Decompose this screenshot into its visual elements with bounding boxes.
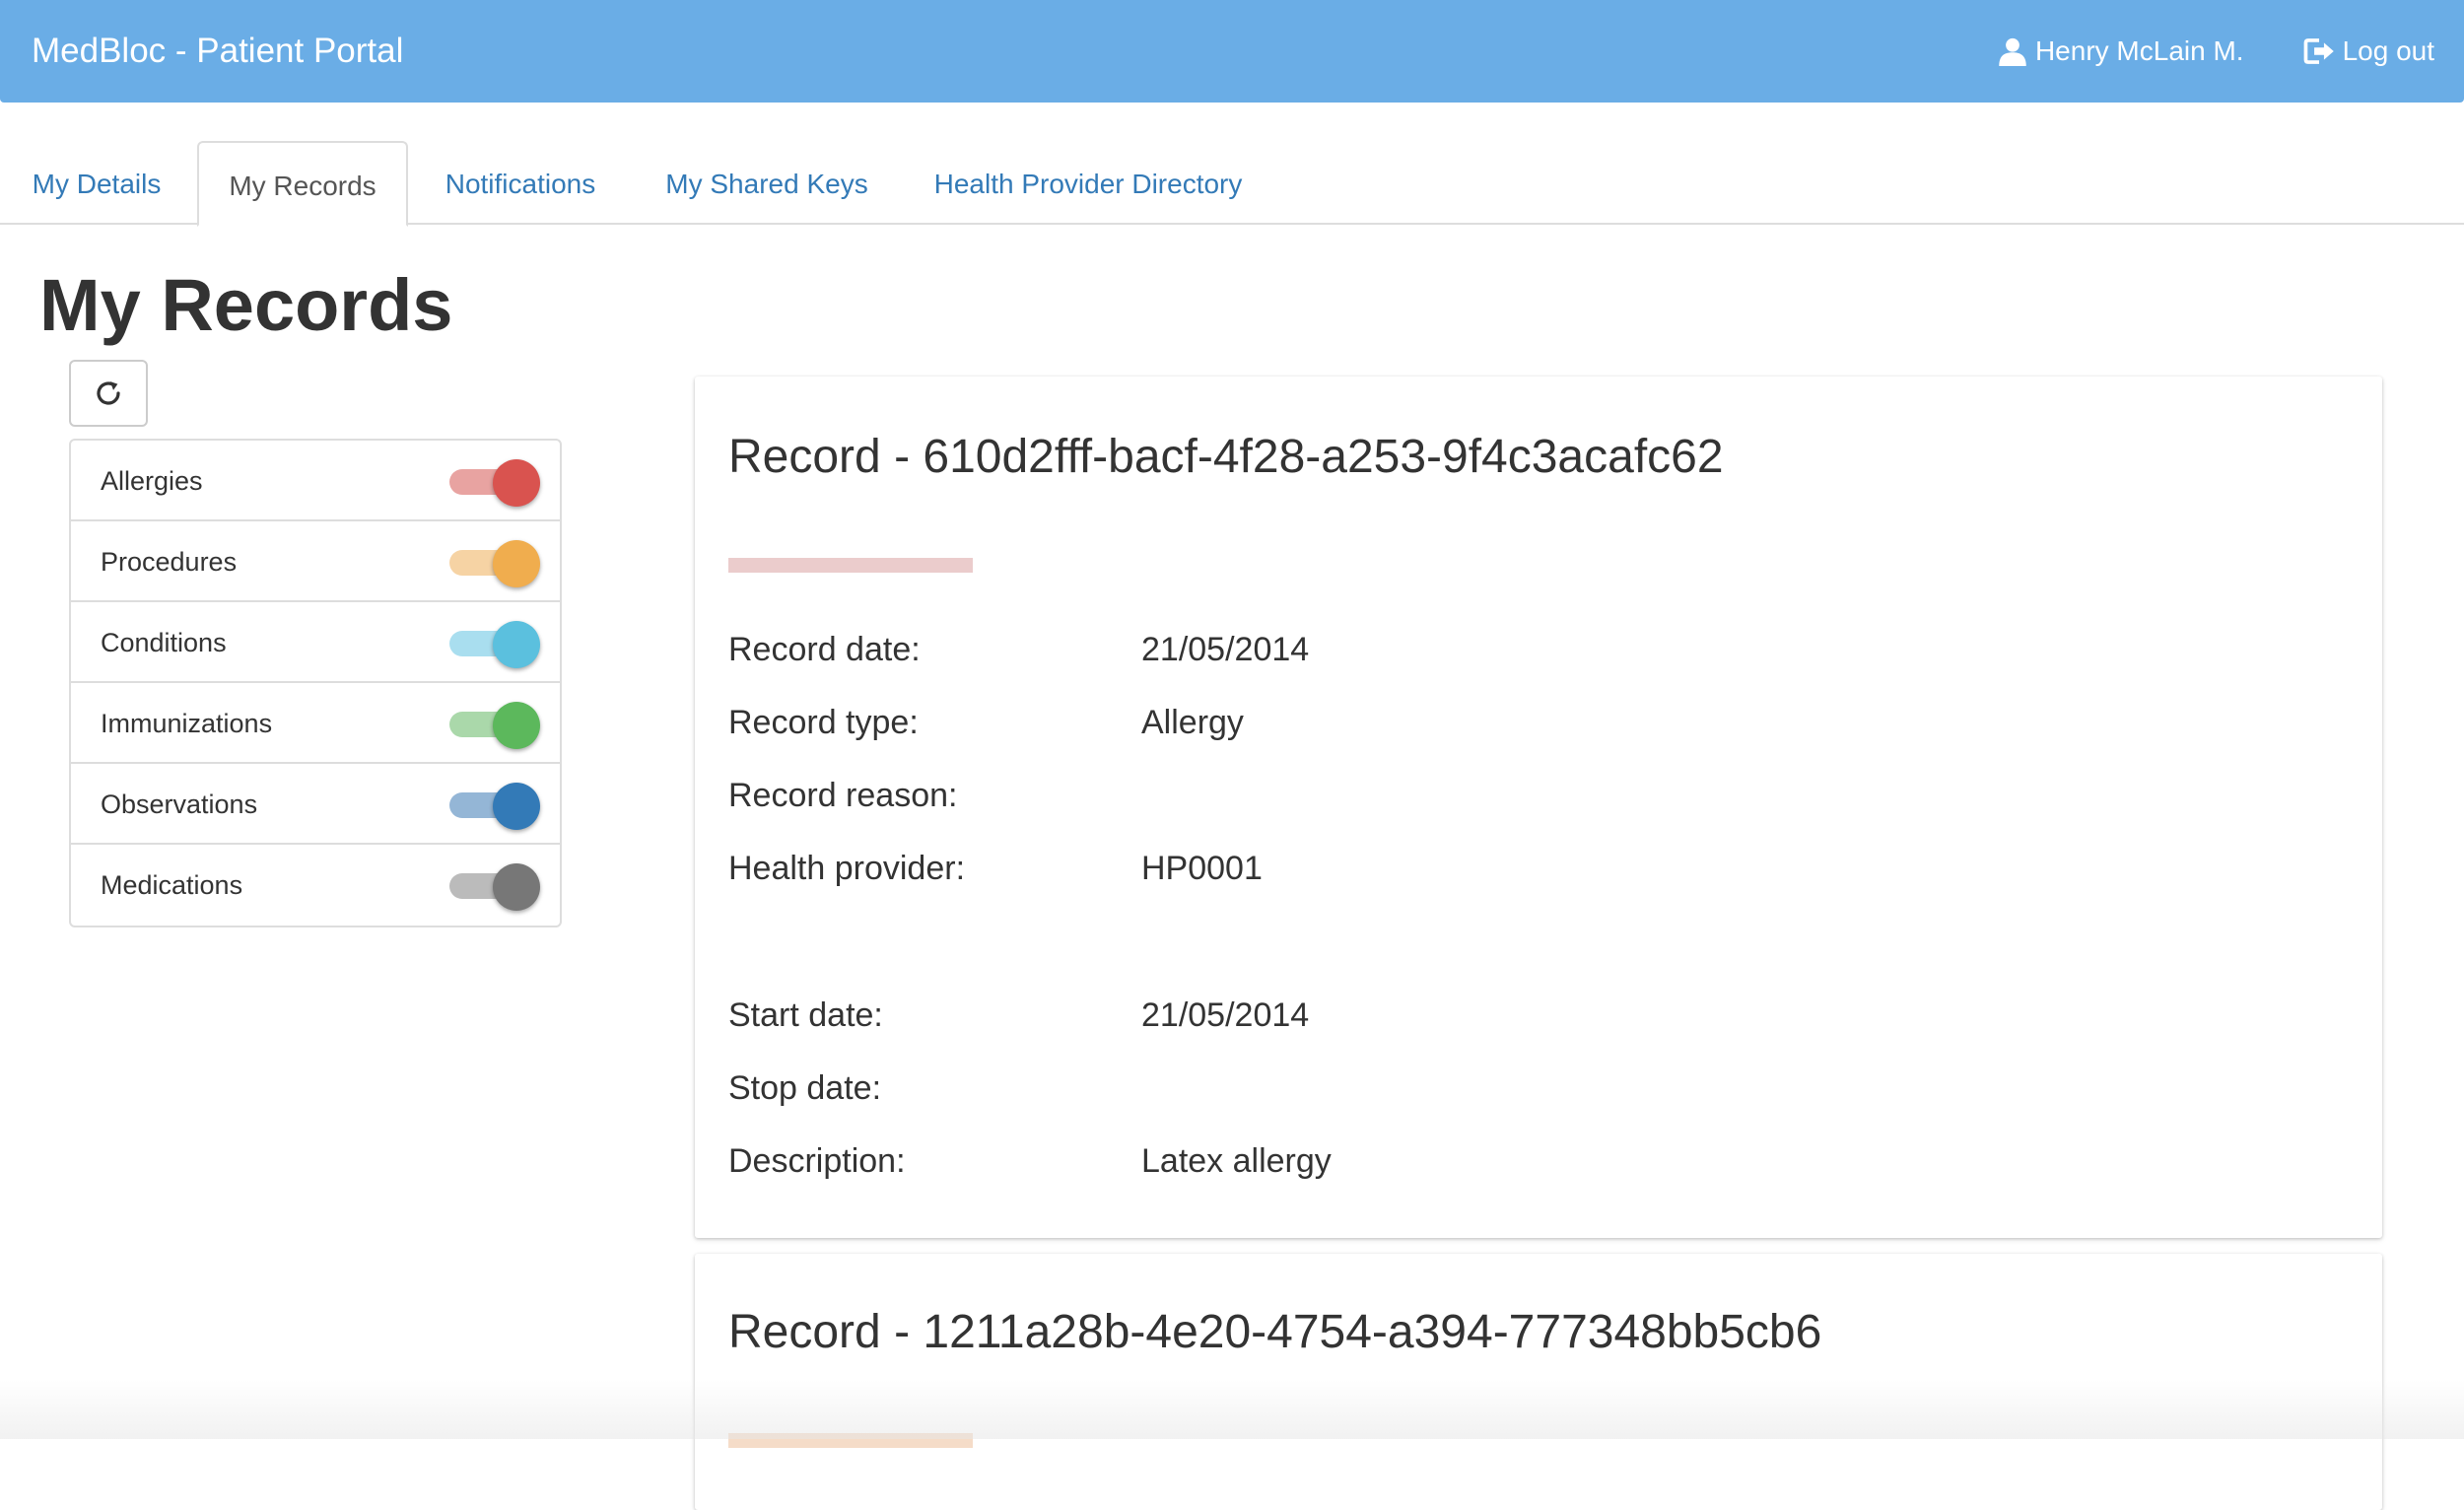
record-type-bar [728,558,973,573]
start-date-value: 21/05/2014 [1141,996,1310,1034]
immunizations-toggle[interactable] [449,702,540,749]
record-title: Record - 1211a28b-4e20-4754-a394-777348b… [728,1306,1822,1358]
toggle-knob [493,783,540,830]
start-date-label: Start date: [728,996,883,1034]
filter-label: Procedures [101,547,238,577]
toggle-knob [493,702,540,749]
toggle-knob [493,621,540,668]
top-navbar: MedBloc - Patient Portal Henry McLain M.… [0,0,2464,103]
filter-item-immunizations: Immunizations [71,683,560,764]
filter-label: Allergies [101,466,203,496]
record-card: Record - 1211a28b-4e20-4754-a394-777348b… [695,1254,2382,1510]
main-tabs: My Details My Records Notifications My S… [0,141,2464,227]
user-name: Henry McLain M. [2034,35,2244,66]
tab-notifications[interactable]: Notifications [424,141,617,225]
toggle-knob [493,540,540,587]
record-date-value: 21/05/2014 [1141,631,1310,668]
filter-item-medications: Medications [71,845,560,926]
record-type-bar [728,1433,973,1448]
procedures-toggle[interactable] [449,540,540,587]
stop-date-label: Stop date: [728,1069,882,1107]
refresh-button[interactable] [69,360,148,427]
filter-label: Conditions [101,628,227,657]
record-type-value: Allergy [1141,704,1244,741]
page-title: My Records [39,264,453,346]
tab-health-provider-directory[interactable]: Health Provider Directory [917,141,1260,225]
logout-link[interactable]: Log out [2303,35,2434,67]
observations-toggle[interactable] [449,783,540,830]
navbar-right: Henry McLain M. Log out [1939,0,2434,103]
record-reason-label: Record reason: [728,777,958,814]
description-value: Latex allergy [1141,1142,1332,1180]
tab-my-records[interactable]: My Records [197,141,408,227]
filter-label: Observations [101,789,258,819]
conditions-toggle[interactable] [449,621,540,668]
user-menu[interactable]: Henry McLain M. [1998,35,2244,67]
allergies-toggle[interactable] [449,459,540,507]
health-provider-value: HP0001 [1141,850,1263,887]
filter-label: Immunizations [101,709,273,738]
filter-item-observations: Observations [71,764,560,845]
logout-label: Log out [2342,35,2434,66]
record-type-filter-list: Allergies Procedures Conditions Immuniza… [69,439,562,927]
tab-my-details[interactable]: My Details [0,141,193,225]
tab-my-shared-keys[interactable]: My Shared Keys [643,141,891,225]
toggle-knob [493,863,540,911]
filter-label: Medications [101,870,243,900]
filter-item-allergies: Allergies [71,441,560,521]
refresh-icon [97,381,120,405]
filter-item-procedures: Procedures [71,521,560,602]
toggle-knob [493,459,540,507]
record-title: Record - 610d2fff-bacf-4f28-a253-9f4c3ac… [728,431,1724,483]
logout-icon [2303,38,2334,64]
description-label: Description: [728,1142,906,1180]
record-card: Record - 610d2fff-bacf-4f28-a253-9f4c3ac… [695,377,2382,1238]
user-icon [1999,37,2026,66]
filter-item-conditions: Conditions [71,602,560,683]
brand-title[interactable]: MedBloc - Patient Portal [32,0,403,103]
record-type-label: Record type: [728,704,919,741]
record-date-label: Record date: [728,631,921,668]
medications-toggle[interactable] [449,863,540,911]
health-provider-label: Health provider: [728,850,966,887]
